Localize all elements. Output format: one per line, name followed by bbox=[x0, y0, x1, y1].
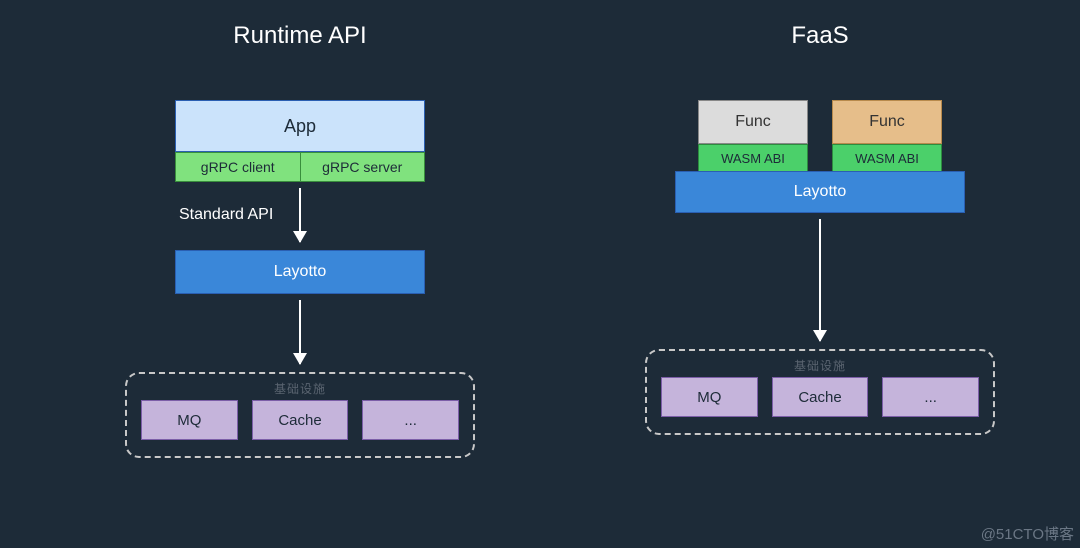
grpc-client-box: gRPC client bbox=[175, 152, 301, 182]
infra-box-left: 基础设施 MQ Cache ... bbox=[125, 372, 475, 458]
infra-label-right: 基础设施 bbox=[794, 357, 846, 374]
layotto-box-left: Layotto bbox=[175, 250, 425, 294]
faas-column: FaaS Func WASM ABI Func WASM ABI Layotto… bbox=[610, 0, 1030, 435]
arrow-right-infra bbox=[819, 219, 821, 341]
grpc-server-box: gRPC server bbox=[301, 152, 426, 182]
runtime-api-column: Runtime API App gRPC client gRPC server … bbox=[90, 0, 510, 458]
grpc-row: gRPC client gRPC server bbox=[175, 152, 425, 182]
func-unit-1: Func WASM ABI bbox=[698, 100, 808, 172]
infra-item-cache-r: Cache bbox=[772, 377, 869, 417]
faas-block: Func WASM ABI Func WASM ABI Layotto bbox=[675, 100, 965, 213]
infra-box-right: 基础设施 MQ Cache ... bbox=[645, 349, 995, 435]
layotto-box-right: Layotto bbox=[675, 171, 965, 213]
func-unit-2: Func WASM ABI bbox=[832, 100, 942, 172]
infra-item-mq-r: MQ bbox=[661, 377, 758, 417]
func-box-2: Func bbox=[832, 100, 942, 144]
arrow-left-infra bbox=[299, 300, 301, 364]
app-box: App bbox=[175, 100, 425, 152]
faas-title: FaaS bbox=[791, 22, 848, 50]
standard-api-label: Standard API bbox=[179, 206, 273, 224]
infra-item-cache: Cache bbox=[252, 400, 349, 440]
app-block: App gRPC client gRPC server bbox=[175, 100, 425, 182]
func-box-1: Func bbox=[698, 100, 808, 144]
infra-item-ellipsis-r: ... bbox=[882, 377, 979, 417]
runtime-api-title: Runtime API bbox=[233, 22, 366, 50]
infra-label-left: 基础设施 bbox=[274, 380, 326, 397]
wasm-abi-box-1: WASM ABI bbox=[698, 144, 808, 172]
infra-item-ellipsis: ... bbox=[362, 400, 459, 440]
infra-item-mq: MQ bbox=[141, 400, 238, 440]
watermark-text: @51CTO博客 bbox=[981, 523, 1074, 544]
wasm-abi-box-2: WASM ABI bbox=[832, 144, 942, 172]
func-row: Func WASM ABI Func WASM ABI bbox=[698, 100, 942, 172]
arrow-standard-api: Standard API bbox=[299, 188, 301, 242]
